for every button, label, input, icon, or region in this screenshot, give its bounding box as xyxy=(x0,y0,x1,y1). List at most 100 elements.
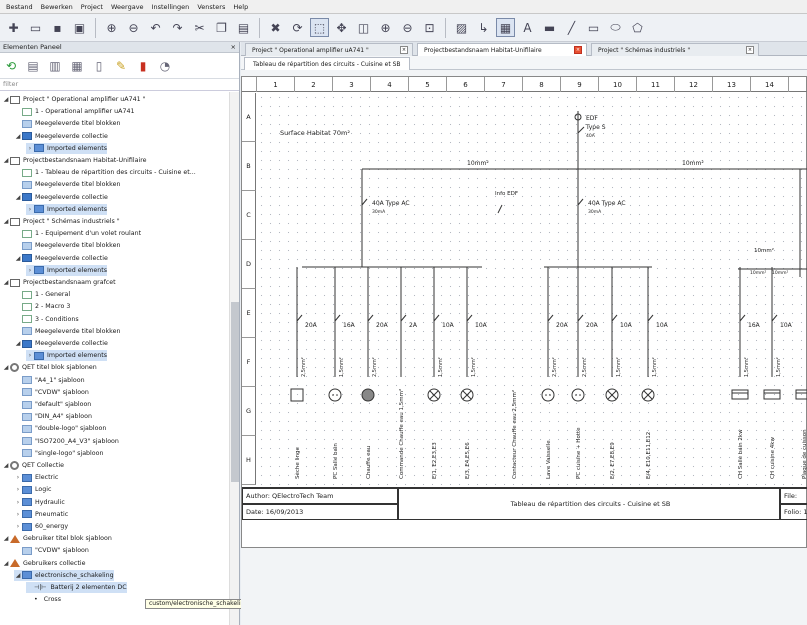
save-icon[interactable]: ▪ xyxy=(48,18,67,37)
cut-icon[interactable]: ✂ xyxy=(190,18,209,37)
tab-project-habitat[interactable]: Projectbestandsnaam Habitat-Unifilaire × xyxy=(417,43,587,56)
tree-item[interactable]: 1 - Equipement d'un volet roulant xyxy=(14,228,141,239)
expand-arrow-icon[interactable]: ◢ xyxy=(14,340,22,347)
tree-item[interactable]: "DIN_A4" sjabloon xyxy=(14,411,92,422)
expand-arrow-icon[interactable]: ◢ xyxy=(2,462,10,469)
conductor-icon[interactable]: ↳ xyxy=(474,18,493,37)
expand-arrow-icon[interactable]: ◢ xyxy=(2,535,10,542)
tree-item[interactable]: ◢ Project " Schémas industriels " xyxy=(2,216,120,227)
tree-item[interactable]: ◢ Meegeleverde collectie xyxy=(14,253,108,264)
open-icon[interactable]: ▭ xyxy=(26,18,45,37)
tree-item[interactable]: ◢ QET titel blok sjablonen xyxy=(2,362,97,373)
remove-folio-icon[interactable]: ⊖ xyxy=(124,18,143,37)
tree-item[interactable]: ◢ Projectbestandsnaam Habitat-Unifilaire xyxy=(2,155,147,166)
expand-arrow-icon[interactable]: › xyxy=(14,499,22,506)
tab-project-industriels[interactable]: Project " Schémas industriels " × xyxy=(591,43,759,56)
expand-arrow-icon[interactable]: ◢ xyxy=(2,96,10,103)
add-polygon-icon[interactable]: ⬠ xyxy=(628,18,647,37)
menu-item[interactable]: Instellingen xyxy=(148,3,194,11)
new-project-icon[interactable]: ✚ xyxy=(4,18,23,37)
tree-item[interactable]: Meegeleverde titel blokken xyxy=(14,118,120,129)
expand-arrow-icon[interactable]: ◢ xyxy=(14,255,22,262)
panel-close-icon[interactable]: × xyxy=(231,43,236,51)
copy-icon[interactable]: ❐ xyxy=(212,18,231,37)
tab-close-icon[interactable]: × xyxy=(400,46,408,54)
expand-arrow-icon[interactable]: ◢ xyxy=(2,364,10,371)
add-folio-icon[interactable]: ⊕ xyxy=(102,18,121,37)
tree-item[interactable]: ◢ Meegeleverde collectie xyxy=(14,192,108,203)
tree-item[interactable]: "single-logo" sjabloon xyxy=(14,448,104,459)
tree-item[interactable]: › Electric xyxy=(14,472,58,483)
expand-arrow-icon[interactable]: ◢ xyxy=(14,194,22,201)
tree-item[interactable]: ◢ Projectbestandsnaam grafcet xyxy=(2,277,116,288)
tree-item[interactable]: ◢ Gebruiker titel blok sjabloon xyxy=(2,533,112,544)
scrollbar-thumb[interactable] xyxy=(231,302,239,482)
expand-arrow-icon[interactable]: › xyxy=(14,474,22,481)
menu-item[interactable]: Bestand xyxy=(2,3,37,11)
reload-icon[interactable]: ⟲ xyxy=(3,58,19,74)
tree-item[interactable]: Meegeleverde titel blokken xyxy=(14,326,120,337)
new-element-icon[interactable]: ▯ xyxy=(91,58,107,74)
tree-item[interactable]: 1 - General xyxy=(14,289,70,300)
tree-item[interactable]: "CVDW" sjabloon xyxy=(14,387,89,398)
add-ellipse-icon[interactable]: ⬭ xyxy=(606,18,625,37)
edit-element-icon[interactable]: ✎ xyxy=(113,58,129,74)
zoom-fit-icon[interactable]: ⊡ xyxy=(420,18,439,37)
grid-icon[interactable]: ▦ xyxy=(496,18,515,37)
panel-scrollbar[interactable] xyxy=(229,92,239,625)
add-text-icon[interactable]: A xyxy=(518,18,537,37)
delete-category-icon[interactable]: ▦ xyxy=(69,58,85,74)
tree-item[interactable]: Meegeleverde titel blokken xyxy=(14,240,120,251)
tree-item[interactable]: ◢ Meegeleverde collectie xyxy=(14,131,108,142)
add-rectangle-icon[interactable]: ▭ xyxy=(584,18,603,37)
expand-arrow-icon[interactable]: ◢ xyxy=(14,133,22,140)
elements-tree[interactable]: ◢ Project " Operational amplifier uA741 "… xyxy=(0,92,229,625)
paste-icon[interactable]: ▤ xyxy=(234,18,253,37)
menu-item[interactable]: Vensters xyxy=(193,3,229,11)
folio-tab[interactable]: Tableau de répartition des circuits - Cu… xyxy=(244,57,410,70)
edit-folio-icon[interactable]: ▨ xyxy=(452,18,471,37)
save-as-icon[interactable]: ▣ xyxy=(70,18,89,37)
tree-item[interactable]: ◢ QET Collectie xyxy=(2,460,64,471)
expand-arrow-icon[interactable]: ◢ xyxy=(2,157,10,164)
fit-icon[interactable]: ◫ xyxy=(354,18,373,37)
tree-item[interactable]: ⊣|⊢ Batterij 2 elementen DC xyxy=(26,582,127,593)
tree-item[interactable]: 1 - Tableau de répartition des circuits … xyxy=(14,167,196,178)
tree-item[interactable]: "A4_1" sjabloon xyxy=(14,375,85,386)
tree-item[interactable]: ◢ Meegeleverde collectie xyxy=(14,338,108,349)
menu-item[interactable]: Help xyxy=(229,3,252,11)
menu-item[interactable]: Bewerken xyxy=(37,3,77,11)
tree-item[interactable]: • Cross xyxy=(26,594,61,605)
tree-item[interactable]: "CVDW" sjabloon xyxy=(14,545,89,556)
add-line-icon[interactable]: ╱ xyxy=(562,18,581,37)
zoom-in-icon[interactable]: ⊕ xyxy=(376,18,395,37)
tree-item[interactable]: 2 - Macro 3 xyxy=(14,301,70,312)
menu-item[interactable]: Project xyxy=(77,3,107,11)
tree-item[interactable]: ◢ electronische_schakeling xyxy=(14,569,114,581)
expand-arrow-icon[interactable]: ◢ xyxy=(14,572,22,579)
expand-arrow-icon[interactable]: › xyxy=(14,511,22,518)
rotate-icon[interactable]: ⟳ xyxy=(288,18,307,37)
tree-item[interactable]: › Imported elements xyxy=(26,350,108,362)
zoom-out-icon[interactable]: ⊖ xyxy=(398,18,417,37)
new-category-icon[interactable]: ▤ xyxy=(25,58,41,74)
select-icon[interactable]: ⬚ xyxy=(310,18,329,37)
import-element-icon[interactable]: ◔ xyxy=(157,58,173,74)
expand-arrow-icon[interactable]: › xyxy=(26,206,34,213)
tree-item[interactable]: ◢ Project " Operational amplifier uA741 " xyxy=(2,94,146,105)
tab-close-icon[interactable]: × xyxy=(574,46,582,54)
tree-item[interactable]: › Logic xyxy=(14,484,51,495)
tree-item[interactable]: › Imported elements xyxy=(26,264,108,276)
tree-item[interactable]: "ISO7200_A4_V3" sjabloon xyxy=(14,436,119,447)
expand-arrow-icon[interactable]: › xyxy=(26,267,34,274)
expand-arrow-icon[interactable]: › xyxy=(26,145,34,152)
tree-item[interactable]: › 60_energy xyxy=(14,521,68,532)
delete-icon[interactable]: ✖ xyxy=(266,18,285,37)
edit-category-icon[interactable]: ▥ xyxy=(47,58,63,74)
filter-input[interactable]: filter xyxy=(0,79,239,91)
expand-arrow-icon[interactable]: ◢ xyxy=(2,279,10,286)
tab-close-icon[interactable]: × xyxy=(746,46,754,54)
tree-item[interactable]: › Pneumatic xyxy=(14,509,68,520)
add-image-icon[interactable]: ▬ xyxy=(540,18,559,37)
expand-arrow-icon[interactable]: ◢ xyxy=(2,560,10,567)
